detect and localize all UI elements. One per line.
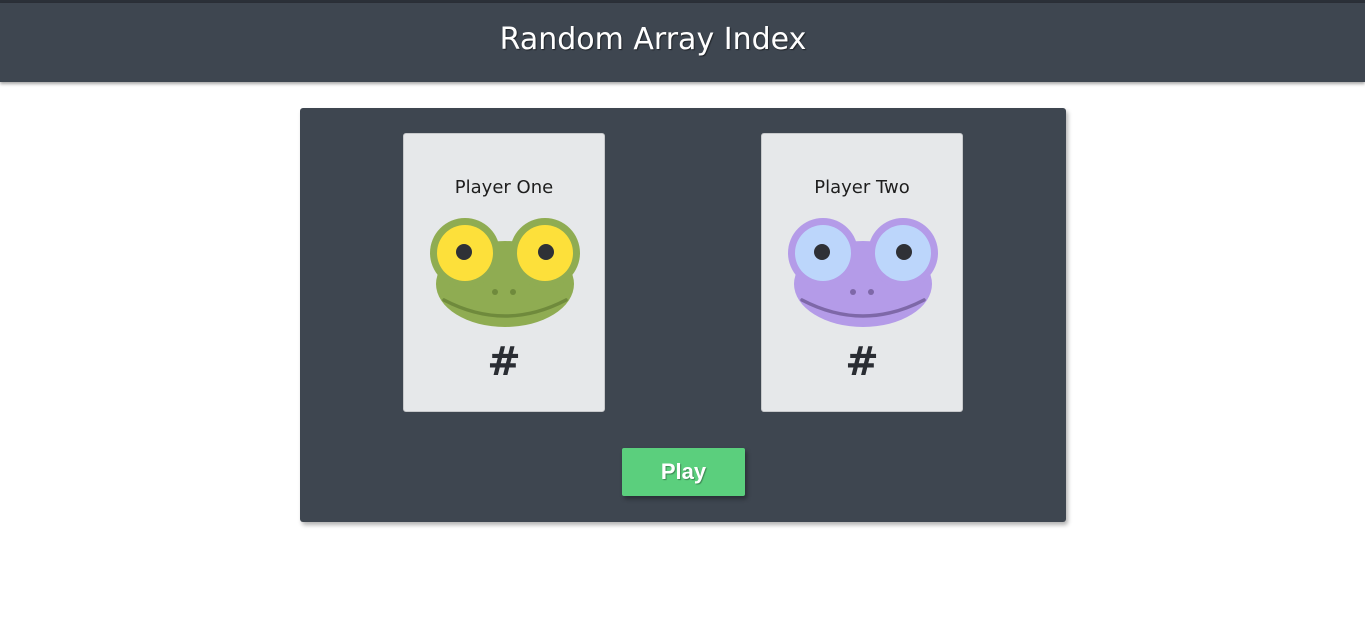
app-header: Random Array Index: [0, 3, 1365, 82]
page-title: Random Array Index: [499, 22, 807, 57]
player-one-name: Player One: [454, 177, 554, 198]
player-two-name: Player Two: [814, 177, 910, 198]
game-panel: Player One # Player Two # Play: [300, 108, 1066, 522]
play-button[interactable]: Play: [622, 448, 745, 496]
player-one-number: #: [487, 339, 521, 385]
player-two-frog-icon: [788, 218, 938, 327]
player-two-card: Player Two #: [761, 133, 963, 412]
player-one-card: Player One #: [403, 133, 605, 412]
player-one-frog-icon: [430, 218, 580, 327]
player-two-number: #: [845, 339, 879, 385]
